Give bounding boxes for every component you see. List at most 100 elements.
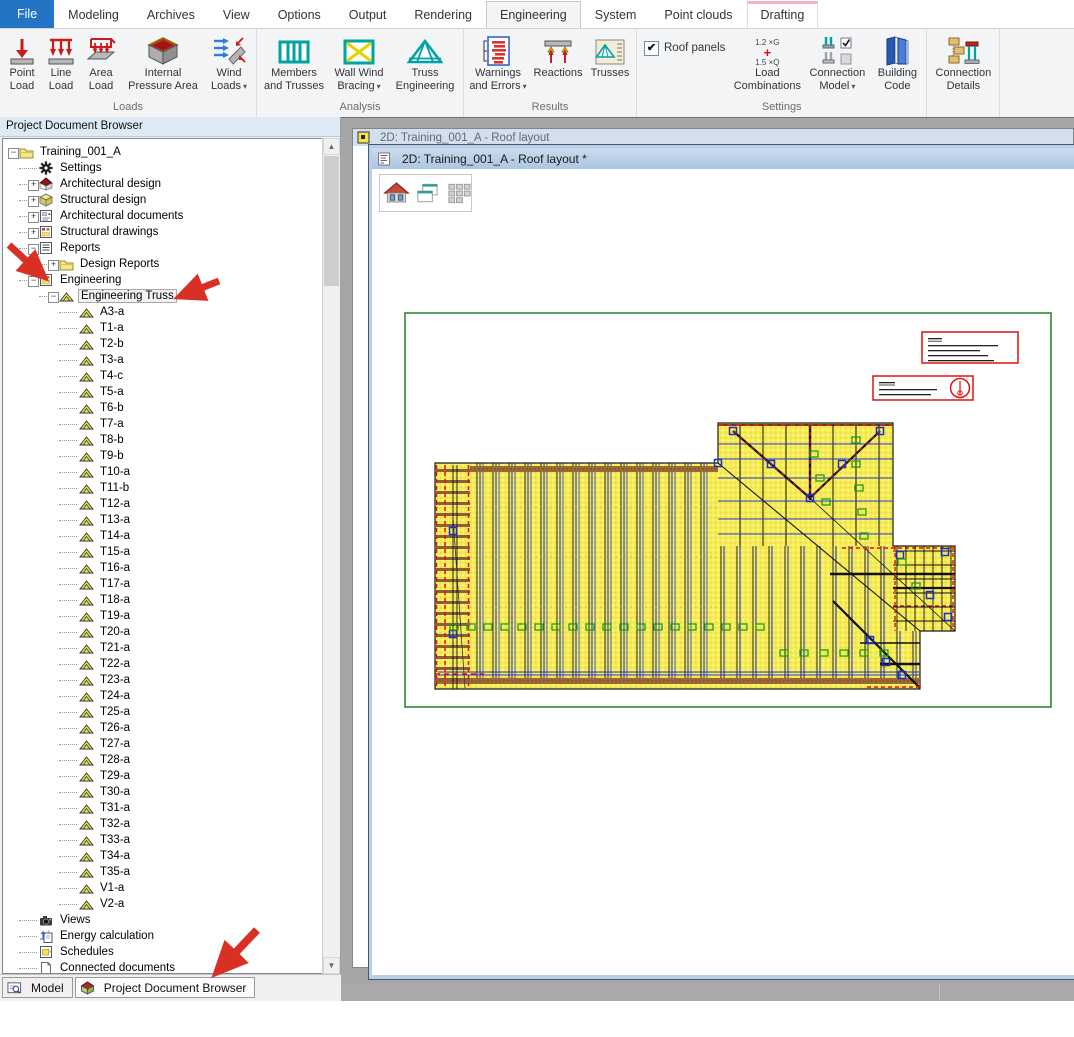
- tree-item-label[interactable]: T11-b: [98, 482, 131, 494]
- tree-item-label[interactable]: T9-b: [98, 450, 126, 462]
- tree-item-t15-a[interactable]: T15-a: [3, 544, 321, 560]
- tree-item-views[interactable]: Views: [3, 912, 321, 928]
- tree-expand-toggle[interactable]: +: [27, 208, 39, 224]
- tree-item-t18-a[interactable]: T18-a: [3, 592, 321, 608]
- tree-item-reports[interactable]: −Reports: [3, 240, 321, 256]
- scroll-up-button[interactable]: ▲: [323, 138, 340, 155]
- tree-item-label[interactable]: T1-a: [98, 322, 126, 334]
- tree-item-t33-a[interactable]: T33-a: [3, 832, 321, 848]
- building-code-button[interactable]: BuildingCode: [871, 28, 923, 94]
- tree-item-label[interactable]: Training_001_A: [38, 146, 123, 158]
- tree-item-label[interactable]: T18-a: [98, 594, 132, 606]
- tree-item-t32-a[interactable]: T32-a: [3, 816, 321, 832]
- tree-item-label[interactable]: T33-a: [98, 834, 132, 846]
- tree-item-label[interactable]: Schedules: [58, 946, 116, 958]
- tree-item-label[interactable]: T19-a: [98, 610, 132, 622]
- tree-item-label[interactable]: T25-a: [98, 706, 132, 718]
- tree-item-structural-design[interactable]: + Structural design: [3, 192, 321, 208]
- tree-item-connected-documents[interactable]: Connected documents: [3, 960, 321, 974]
- tree-item-t11-b[interactable]: T11-b: [3, 480, 321, 496]
- tree-item-label[interactable]: T23-a: [98, 674, 132, 686]
- tree-item-label[interactable]: Engineering: [58, 274, 123, 286]
- tab-drafting[interactable]: Drafting: [747, 1, 819, 28]
- tree-expand-toggle[interactable]: −: [47, 288, 59, 304]
- tree-item-t1-a[interactable]: T1-a: [3, 320, 321, 336]
- line-load-button[interactable]: LineLoad: [41, 28, 81, 94]
- tree-item-label[interactable]: Energy calculation: [58, 930, 156, 942]
- tree-item-settings[interactable]: Settings: [3, 160, 321, 176]
- tree-item-t29-a[interactable]: T29-a: [3, 768, 321, 784]
- grid-view-button[interactable]: [445, 178, 472, 208]
- tab-options[interactable]: Options: [264, 1, 335, 28]
- tree-item-architectural-design[interactable]: +Architectural design: [3, 176, 321, 192]
- tree-item-t14-a[interactable]: T14-a: [3, 528, 321, 544]
- area-load-button[interactable]: AreaLoad: [81, 28, 121, 94]
- cascade-view-button[interactable]: [414, 178, 441, 208]
- tree-item-label[interactable]: T32-a: [98, 818, 132, 830]
- tree-item-design-reports[interactable]: + Design Reports: [3, 256, 321, 272]
- scroll-down-button[interactable]: ▼: [323, 957, 340, 974]
- tree-item-label[interactable]: Structural design: [58, 194, 148, 206]
- collapse-icon[interactable]: −: [48, 292, 59, 303]
- tree-item-engineering-truss[interactable]: −Engineering Truss: [3, 288, 321, 304]
- panel-tab-project-document-browser[interactable]: Project Document Browser: [75, 977, 256, 998]
- tree-item-label[interactable]: T6-b: [98, 402, 126, 414]
- tree-item-t3-a[interactable]: T3-a: [3, 352, 321, 368]
- tree-item-label[interactable]: Settings: [58, 162, 104, 174]
- tree-item-label[interactable]: T8-b: [98, 434, 126, 446]
- tree-item-label[interactable]: T26-a: [98, 722, 132, 734]
- tree-item-a3-a[interactable]: A3-a: [3, 304, 321, 320]
- tree-item-t2-b[interactable]: T2-b: [3, 336, 321, 352]
- tree-item-t8-b[interactable]: T8-b: [3, 432, 321, 448]
- tree-item-label[interactable]: T16-a: [98, 562, 132, 574]
- tab-modeling[interactable]: Modeling: [54, 1, 133, 28]
- tree-item-label[interactable]: T4-c: [98, 370, 125, 382]
- tree-item-label[interactable]: T24-a: [98, 690, 132, 702]
- tree-item-t30-a[interactable]: T30-a: [3, 784, 321, 800]
- tree-item-t34-a[interactable]: T34-a: [3, 848, 321, 864]
- tree-item-label[interactable]: T13-a: [98, 514, 132, 526]
- truss-engineering-button[interactable]: TrussEngineering: [390, 28, 460, 94]
- tree-item-t13-a[interactable]: T13-a: [3, 512, 321, 528]
- tree-item-structural-drawings[interactable]: +Structural drawings: [3, 224, 321, 240]
- tab-output[interactable]: Output: [335, 1, 401, 28]
- tree-item-t9-b[interactable]: T9-b: [3, 448, 321, 464]
- tree-item-label[interactable]: T28-a: [98, 754, 132, 766]
- tree-item-t28-a[interactable]: T28-a: [3, 752, 321, 768]
- expand-icon[interactable]: +: [48, 260, 59, 271]
- tree-item-engineering[interactable]: − Engineering: [3, 272, 321, 288]
- reactions-button[interactable]: Reactions: [529, 28, 587, 94]
- tree-item-label[interactable]: T22-a: [98, 658, 132, 670]
- tab-engineering[interactable]: Engineering: [486, 1, 581, 28]
- tree-item-label[interactable]: T12-a: [98, 498, 132, 510]
- tree-item-label[interactable]: T15-a: [98, 546, 132, 558]
- tree-item-t6-b[interactable]: T6-b: [3, 400, 321, 416]
- tree-item-label[interactable]: Architectural documents: [58, 210, 185, 222]
- tab-rendering[interactable]: Rendering: [400, 1, 486, 28]
- tree-item-t16-a[interactable]: T16-a: [3, 560, 321, 576]
- tree-item-label[interactable]: T30-a: [98, 786, 132, 798]
- tree-item-label[interactable]: T29-a: [98, 770, 132, 782]
- connection-details-button[interactable]: ConnectionDetails: [930, 28, 996, 94]
- tree-expand-toggle[interactable]: +: [27, 192, 39, 208]
- point-load-button[interactable]: PointLoad: [3, 28, 41, 94]
- tree-expand-toggle[interactable]: +: [47, 256, 59, 272]
- wind-loads-button[interactable]: WindLoads▾: [205, 28, 253, 94]
- tree-item-t26-a[interactable]: T26-a: [3, 720, 321, 736]
- tree-item-t21-a[interactable]: T21-a: [3, 640, 321, 656]
- tree-expand-toggle[interactable]: −: [27, 272, 39, 288]
- tab-view[interactable]: View: [209, 1, 264, 28]
- roof-layout-window[interactable]: 2D: Training_001_A - Roof layout *: [368, 144, 1074, 980]
- roof-layout-drawing[interactable]: [372, 169, 1074, 975]
- tree-item-t35-a[interactable]: T35-a: [3, 864, 321, 880]
- tree-item-t19-a[interactable]: T19-a: [3, 608, 321, 624]
- tab-point-clouds[interactable]: Point clouds: [650, 1, 746, 28]
- tree-item-t23-a[interactable]: T23-a: [3, 672, 321, 688]
- wall-wind-bracing-button[interactable]: Wall WindBracing▾: [328, 28, 390, 94]
- tree-item-label[interactable]: T3-a: [98, 354, 126, 366]
- tree-item-label[interactable]: Design Reports: [78, 258, 161, 270]
- expand-icon[interactable]: +: [28, 196, 39, 207]
- tree-expand-toggle[interactable]: +: [27, 176, 39, 192]
- tree-item-architectural-documents[interactable]: + Architectural documents: [3, 208, 321, 224]
- tree-item-v1-a[interactable]: V1-a: [3, 880, 321, 896]
